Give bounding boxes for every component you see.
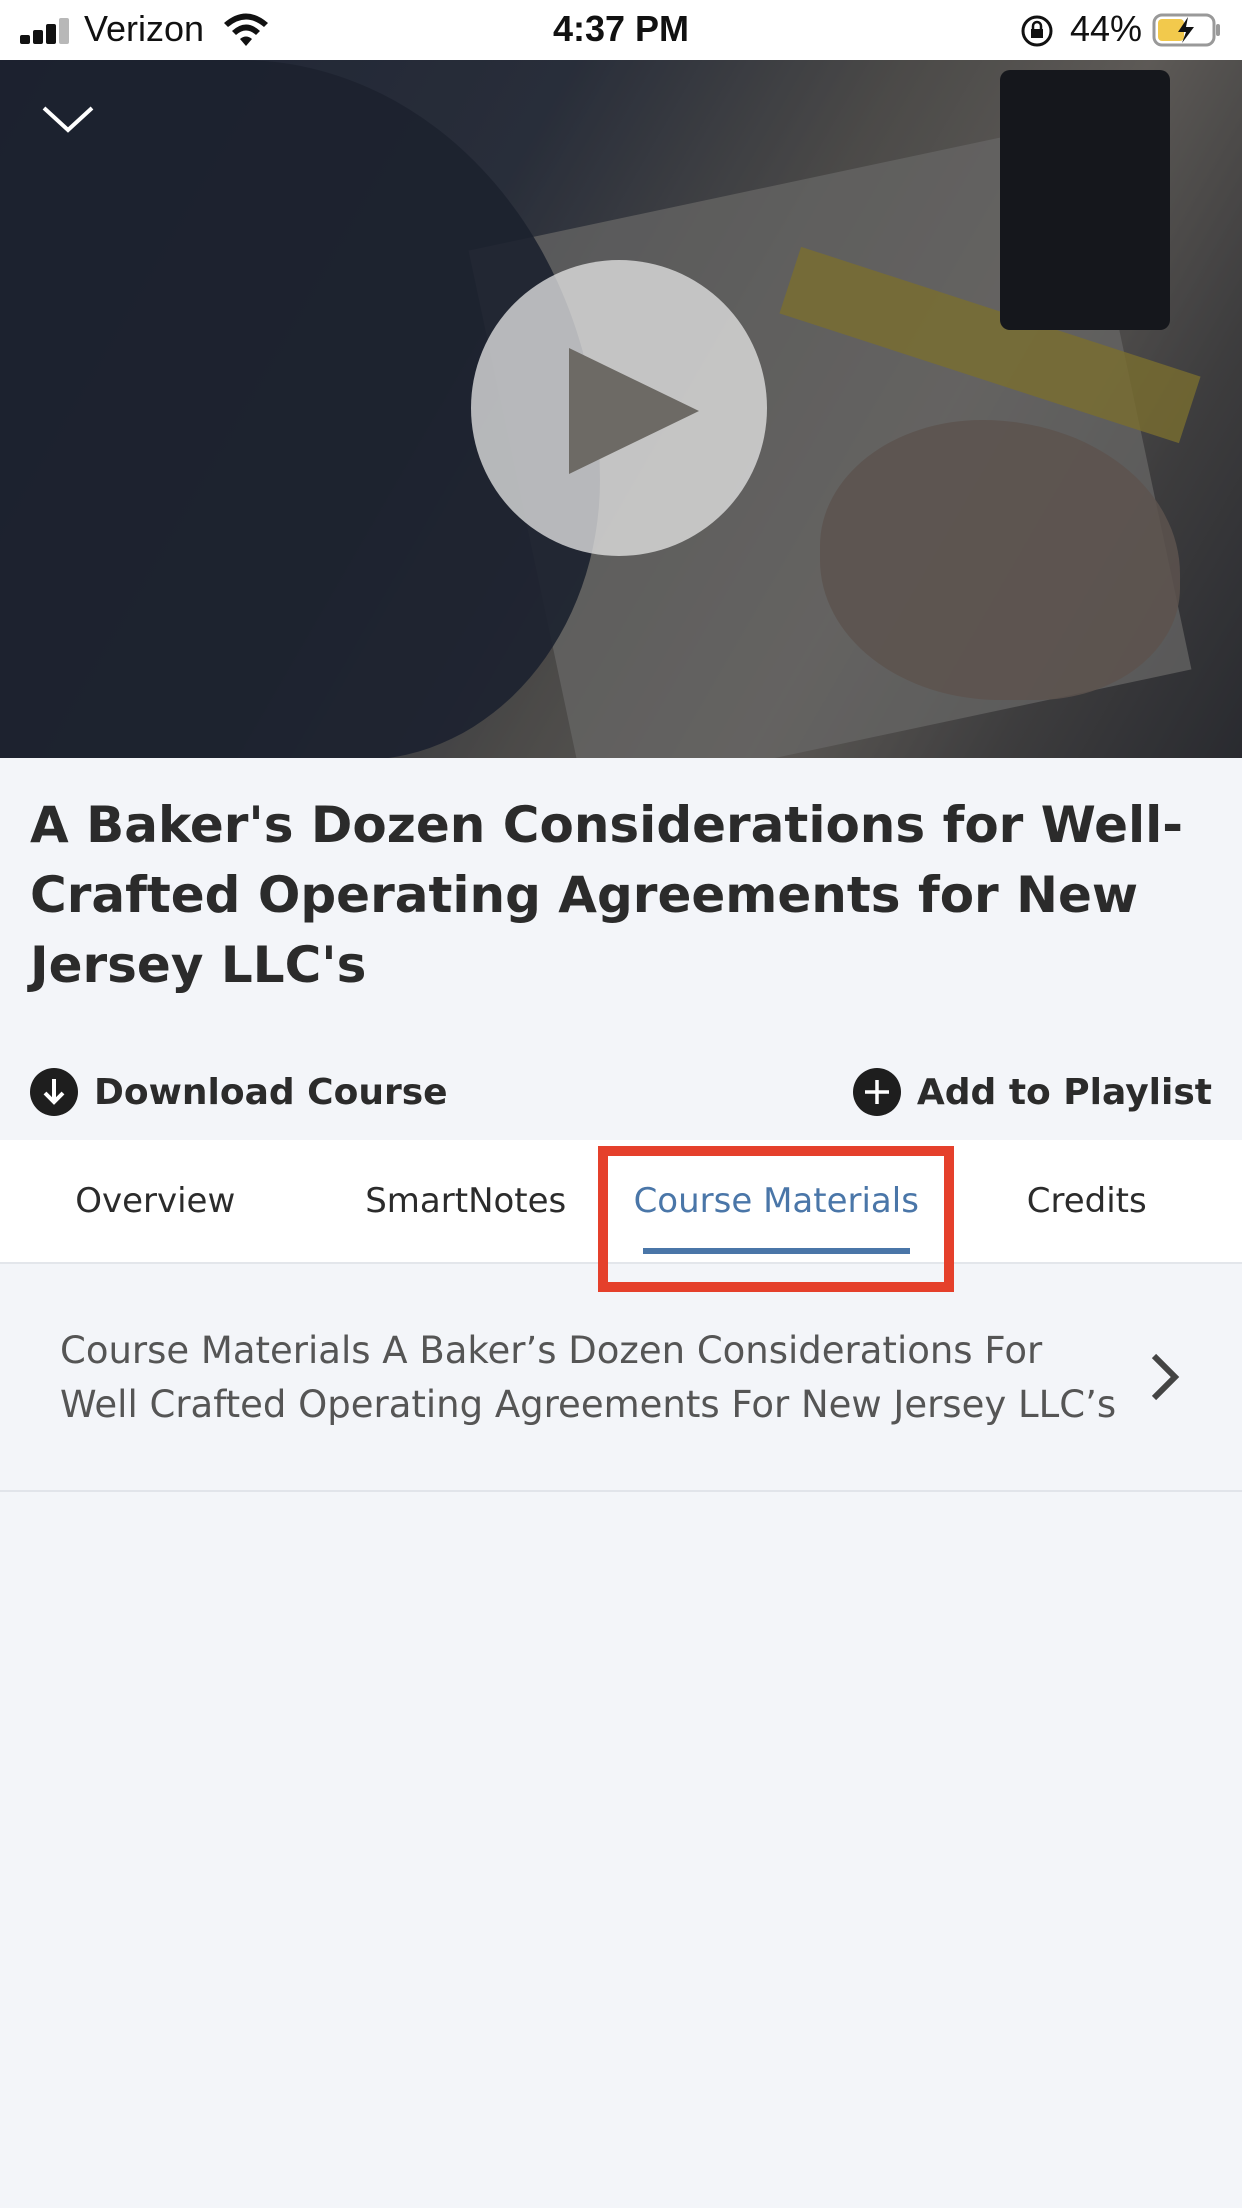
download-course-label: Download Course: [94, 1071, 448, 1113]
battery-charging-icon: [1152, 13, 1220, 47]
course-material-item[interactable]: Course Materials A Baker’s Dozen Conside…: [0, 1264, 1242, 1492]
course-material-label: Course Materials A Baker’s Dozen Conside…: [60, 1329, 1117, 1426]
status-bar: Verizon 4:37 PM 44%: [0, 0, 1242, 60]
tab-overview[interactable]: Overview: [0, 1140, 311, 1262]
add-to-playlist-button[interactable]: Add to Playlist: [852, 1064, 1212, 1120]
status-time: 4:37 PM: [552, 8, 690, 49]
chevron-down-icon[interactable]: [40, 100, 96, 136]
course-title: A Baker's Dozen Considerations for Well-…: [30, 796, 1184, 994]
battery-percent: 44%: [1070, 8, 1143, 49]
download-course-button[interactable]: Download Course: [30, 1064, 448, 1120]
plus-icon: [852, 1068, 901, 1116]
tab-credits[interactable]: Credits: [932, 1140, 1242, 1262]
tab-smartnotes[interactable]: SmartNotes: [311, 1140, 622, 1262]
play-button[interactable]: [471, 260, 767, 556]
tab-course-materials[interactable]: Course Materials: [621, 1140, 932, 1262]
tab-bar: Overview SmartNotes Course Materials Cre…: [0, 1140, 1242, 1264]
video-player[interactable]: [0, 60, 1242, 758]
chevron-right-icon: [1151, 1353, 1180, 1401]
add-to-playlist-label: Add to Playlist: [916, 1071, 1212, 1113]
play-icon: [569, 348, 699, 474]
download-icon: [30, 1068, 78, 1116]
rotation-lock-icon: [1021, 15, 1053, 47]
